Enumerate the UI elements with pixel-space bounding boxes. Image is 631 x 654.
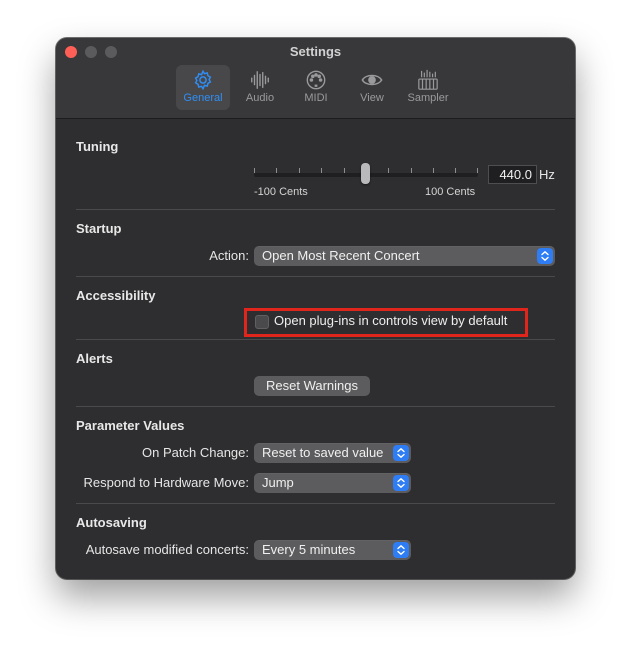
tuning-slider-knob[interactable] bbox=[361, 163, 370, 184]
eye-icon bbox=[361, 74, 383, 86]
section-divider bbox=[76, 276, 555, 277]
gear-icon bbox=[194, 69, 212, 91]
tuning-frequency-field[interactable]: 440.0 bbox=[488, 165, 537, 184]
tab-sampler-label: Sampler bbox=[407, 92, 449, 104]
reset-warnings-button[interactable]: Reset Warnings bbox=[254, 376, 370, 396]
alerts-section-title: Alerts bbox=[76, 351, 113, 366]
tab-audio[interactable]: Audio bbox=[233, 65, 287, 110]
autosaving-section-title: Autosaving bbox=[76, 515, 147, 530]
tab-audio-label: Audio bbox=[245, 92, 275, 104]
section-divider bbox=[76, 503, 555, 504]
autosave-label: Autosave modified concerts: bbox=[85, 542, 249, 557]
tab-view[interactable]: View bbox=[345, 65, 399, 110]
highlight-annotation-box bbox=[244, 308, 528, 337]
window-title: Settings bbox=[289, 44, 342, 59]
autosave-interval-popup[interactable]: Every 5 minutes bbox=[254, 540, 411, 560]
patch-change-label: On Patch Change: bbox=[142, 445, 249, 460]
slider-tick bbox=[299, 168, 300, 173]
popup-stepper-icon bbox=[393, 475, 409, 491]
tuning-section-title: Tuning bbox=[76, 139, 119, 154]
parameter-values-section-title: Parameter Values bbox=[76, 418, 185, 433]
slider-max-label: 100 Cents bbox=[425, 186, 476, 198]
popup-stepper-icon bbox=[393, 542, 409, 558]
slider-tick bbox=[276, 168, 277, 173]
hardware-move-label: Respond to Hardware Move: bbox=[83, 475, 249, 490]
hardware-move-value: Jump bbox=[262, 475, 294, 490]
popup-stepper-icon bbox=[537, 248, 553, 264]
slider-tick bbox=[254, 168, 255, 173]
startup-action-value: Open Most Recent Concert bbox=[262, 248, 420, 263]
slider-tick bbox=[388, 168, 389, 173]
waveform-icon bbox=[251, 71, 269, 89]
slider-tick bbox=[477, 168, 478, 173]
startup-action-popup[interactable]: Open Most Recent Concert bbox=[254, 246, 555, 266]
settings-window: Settings General Audio MIDI View Sampler… bbox=[56, 38, 575, 579]
tab-view-label: View bbox=[360, 92, 384, 104]
slider-tick bbox=[321, 168, 322, 173]
tab-general[interactable]: General bbox=[176, 65, 230, 110]
tab-general-label: General bbox=[183, 92, 223, 104]
tab-sampler[interactable]: Sampler bbox=[400, 65, 456, 110]
sampler-keyboard-icon bbox=[418, 69, 438, 90]
section-divider bbox=[76, 209, 555, 210]
hardware-move-popup[interactable]: Jump bbox=[254, 473, 411, 493]
patch-change-value: Reset to saved value bbox=[262, 445, 384, 460]
patch-change-popup[interactable]: Reset to saved value bbox=[254, 443, 411, 463]
slider-tick bbox=[455, 168, 456, 173]
tuning-unit-label: Hz bbox=[539, 167, 555, 182]
popup-stepper-icon bbox=[393, 445, 409, 461]
section-divider bbox=[76, 339, 555, 340]
slider-tick bbox=[344, 168, 345, 173]
section-divider bbox=[76, 406, 555, 407]
startup-section-title: Startup bbox=[76, 221, 122, 236]
title-bar: Settings General Audio MIDI View Sampler bbox=[56, 38, 575, 119]
startup-action-label: Action: bbox=[209, 248, 249, 263]
accessibility-section-title: Accessibility bbox=[76, 288, 156, 303]
slider-tick bbox=[411, 168, 412, 173]
tab-midi[interactable]: MIDI bbox=[289, 65, 343, 110]
slider-min-label: -100 Cents bbox=[254, 186, 308, 198]
slider-tick bbox=[433, 168, 434, 173]
tab-midi-label: MIDI bbox=[304, 92, 328, 104]
midi-port-icon bbox=[306, 70, 326, 90]
autosave-interval-value: Every 5 minutes bbox=[262, 542, 356, 557]
